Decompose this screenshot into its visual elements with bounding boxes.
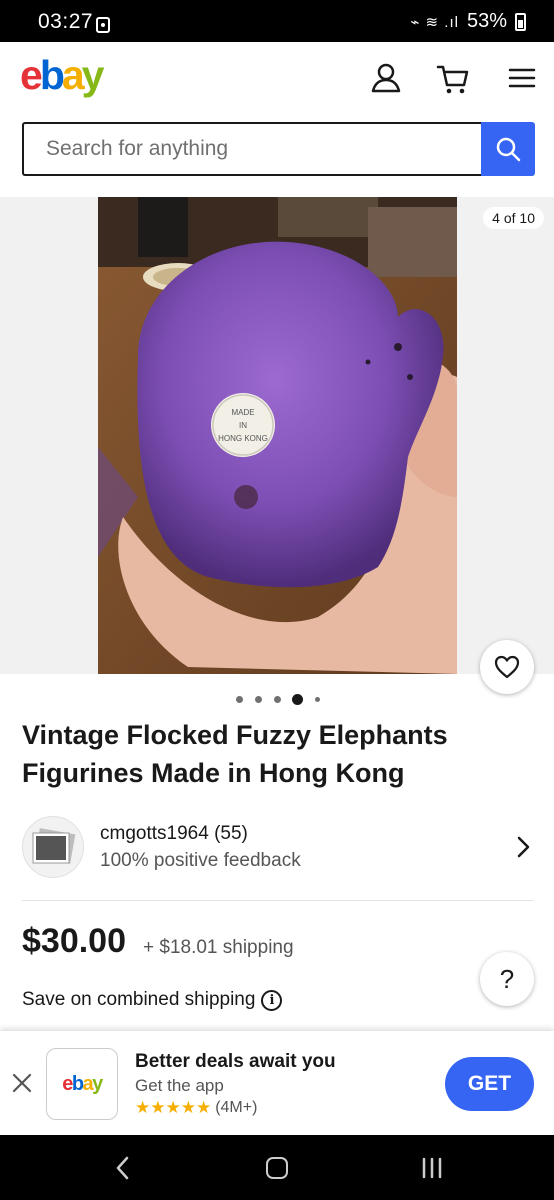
battery-percent: 53% xyxy=(466,10,507,32)
page-dot[interactable] xyxy=(274,696,281,703)
shipping-cost: + $18.01 shipping xyxy=(143,937,294,958)
combined-shipping-row[interactable]: Save on combined shipping i xyxy=(22,989,283,1011)
search-icon xyxy=(496,137,521,162)
get-app-button[interactable]: GET xyxy=(445,1057,534,1111)
close-icon[interactable] xyxy=(10,1071,34,1095)
notification-app-icon xyxy=(96,17,110,33)
ebay-app-logo: ebay xyxy=(46,1048,118,1120)
page-dot-active[interactable] xyxy=(292,694,303,705)
svg-text:MADE: MADE xyxy=(231,408,254,417)
app-download-banner: ebay Better deals await you Get the app … xyxy=(0,1031,554,1135)
search-bar: Search for anything xyxy=(22,122,535,176)
status-bar: 03:27 ⌁ ≋ .ıl 53% xyxy=(0,0,554,42)
svg-text:IN: IN xyxy=(239,421,247,430)
status-time: 03:27 xyxy=(38,10,94,33)
page-dot[interactable] xyxy=(255,696,262,703)
seller-feedback: 100% positive feedback xyxy=(100,850,301,871)
divider xyxy=(22,900,534,901)
app-header: ebay xyxy=(0,42,554,112)
app-rating: ★★★★★ (4M+) xyxy=(135,1098,257,1118)
status-indicators: ⌁ ≋ .ıl 53% xyxy=(410,10,526,33)
banner-title: Better deals await you xyxy=(135,1051,336,1072)
search-button[interactable] xyxy=(481,122,535,176)
search-input[interactable]: Search for anything xyxy=(22,122,482,176)
home-icon[interactable] xyxy=(266,1157,288,1179)
system-nav-bar xyxy=(0,1135,554,1200)
svg-text:HONG KONG: HONG KONG xyxy=(218,434,268,443)
help-button[interactable]: ? xyxy=(480,952,534,1006)
page-dot[interactable] xyxy=(236,696,243,703)
heart-icon xyxy=(494,655,520,679)
page-dot[interactable] xyxy=(315,697,320,702)
back-icon[interactable] xyxy=(113,1155,133,1181)
seller-avatar xyxy=(22,816,84,878)
rating-count: (4M+) xyxy=(215,1099,258,1116)
image-gallery[interactable]: MADE IN HONG KONG 4 of 10 xyxy=(0,197,554,674)
gallery-pagination xyxy=(0,694,554,705)
hamburger-menu-icon[interactable] xyxy=(502,58,542,98)
cart-icon[interactable] xyxy=(433,58,473,98)
chevron-right-icon xyxy=(517,836,530,858)
listing-title: Vintage Flocked Fuzzy Elephants Figurine… xyxy=(22,720,448,788)
image-counter: 4 of 10 xyxy=(483,207,544,229)
item-price: $30.00 xyxy=(22,922,126,960)
ebay-logo[interactable]: ebay xyxy=(20,52,104,99)
info-icon[interactable]: i xyxy=(261,989,283,1011)
listing-photo[interactable]: MADE IN HONG KONG xyxy=(98,197,457,674)
combined-shipping-text: Save on combined shipping xyxy=(22,989,256,1010)
battery-icon xyxy=(515,12,526,31)
seller-info-row[interactable]: cmgotts1964 (55) 100% positive feedback xyxy=(0,810,554,890)
signal-icons: ⌁ ≋ .ıl xyxy=(410,13,459,31)
recent-apps-icon[interactable] xyxy=(420,1155,444,1181)
watchlist-button[interactable] xyxy=(480,640,534,694)
user-icon[interactable] xyxy=(366,58,406,98)
seller-name[interactable]: cmgotts1964 (55) xyxy=(100,823,248,845)
star-rating-icon: ★★★★★ xyxy=(135,1098,212,1117)
banner-subtitle: Get the app xyxy=(135,1076,224,1095)
